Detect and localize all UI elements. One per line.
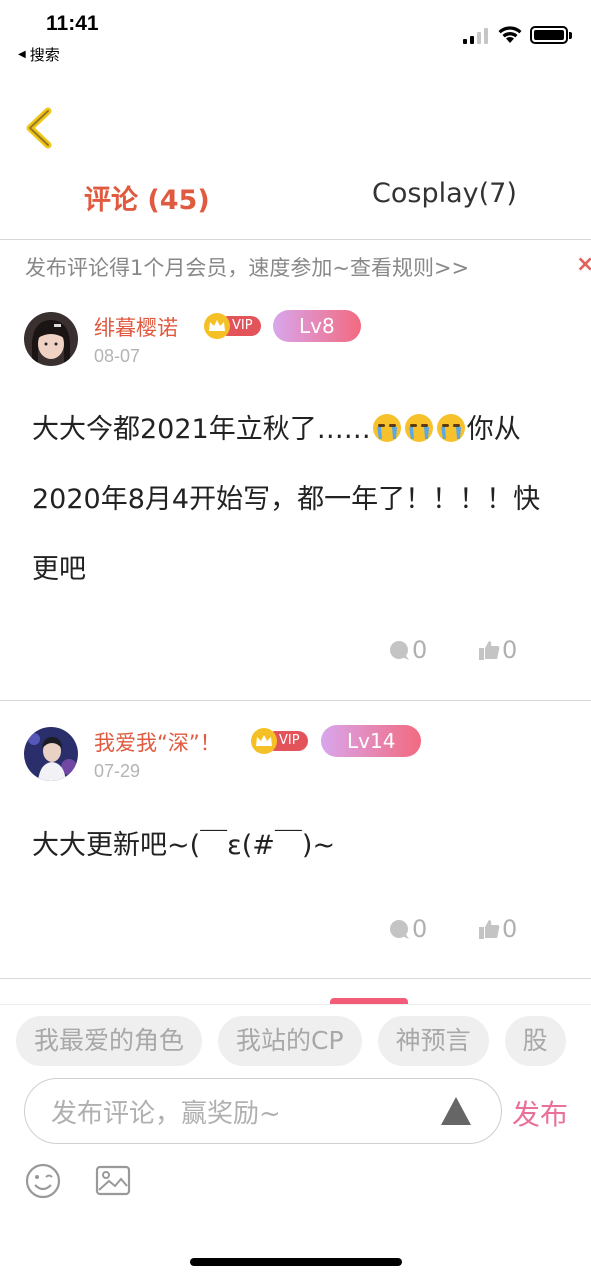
promo-close-icon[interactable]: × [576,252,591,277]
triangle-icon[interactable] [439,1095,473,1127]
username[interactable]: 绯暮樱诺 [94,312,178,342]
comment-input-placeholder: 发布评论，赢奖励~ [51,1099,281,1129]
promo-banner-text[interactable]: 发布评论得1个月会员，速度参加~查看规则>> [25,252,591,282]
topic-chip[interactable]: 股 [504,1016,566,1066]
like-count: 0 [502,915,518,943]
avatar[interactable] [24,727,78,781]
avatar[interactable] [24,312,78,366]
comment-content: 大大更新吧~(￣ε(#￣)~ [32,830,336,861]
tab-comments[interactable]: 评论 (45) [84,178,210,217]
quick-topic-chips: 我最爱的角色 我站的CP 神预言 股 [16,1016,566,1066]
wifi-icon [498,26,522,43]
emoji-icon[interactable] [24,1162,62,1200]
back-triangle-icon: ◀ [18,49,26,60]
topic-chip[interactable]: 我站的CP [218,1016,362,1066]
reply-button[interactable]: 0 [388,915,427,943]
level-badge: Lv14 [321,725,422,757]
battery-icon [530,26,572,44]
like-button[interactable]: 0 [478,636,517,664]
like-button[interactable]: 0 [478,915,517,943]
comment-composer: 我最爱的角色 我站的CP 神预言 股 发布评论，赢奖励~ 发布 [0,1004,591,1280]
tab-divider [0,239,591,240]
cellular-signal-icon [463,28,488,44]
comment-input[interactable]: 发布评论，赢奖励~ [24,1078,502,1144]
crown-icon [204,313,230,339]
back-chevron-icon[interactable] [20,105,60,151]
username[interactable]: 我爱我“深”！ [94,727,221,757]
crying-emoji-icon [404,414,433,442]
thumbs-up-icon [479,641,500,660]
home-indicator [190,1258,402,1266]
comment-date: 08-07 [94,346,141,366]
tab-cosplay[interactable]: Cosplay(7) [372,178,517,209]
crown-icon [251,728,277,754]
publish-button[interactable]: 发布 [512,1093,568,1133]
reply-button[interactable]: 0 [388,636,427,664]
comment-bubble-icon [390,920,409,939]
status-time: 11:41 [46,12,99,35]
back-app-label: 搜索 [29,46,60,64]
like-count: 0 [502,636,518,664]
crying-emoji-icon [436,414,465,442]
thumbs-up-icon [479,920,500,939]
reply-count: 0 [412,636,428,664]
tab-bar: 评论 (45) Cosplay(7) [0,170,591,230]
level-badge: Lv8 [273,310,361,342]
back-to-app-link[interactable]: ◀ 搜索 [18,44,60,65]
reply-count: 0 [412,915,428,943]
vip-badge: VIP [204,313,261,339]
topic-chip[interactable]: 我最爱的角色 [16,1016,203,1066]
comment-divider [0,700,591,701]
comment-bubble-icon [390,641,409,660]
comment-date: 07-29 [94,761,141,781]
vip-badge: VIP [251,728,308,754]
topic-chip[interactable]: 神预言 [377,1016,489,1066]
image-icon[interactable] [94,1162,132,1200]
crying-emoji-icon [372,414,401,442]
comment-content: 大大今都2021年立秋了…… 你从2020年8月4开始写，都一年了！！！！快更吧 [32,395,562,605]
status-bar: 11:41 ◀ 搜索 [0,0,591,70]
comment-text-part: 大大今都2021年立秋了…… [32,414,371,445]
comment-divider [0,978,591,979]
